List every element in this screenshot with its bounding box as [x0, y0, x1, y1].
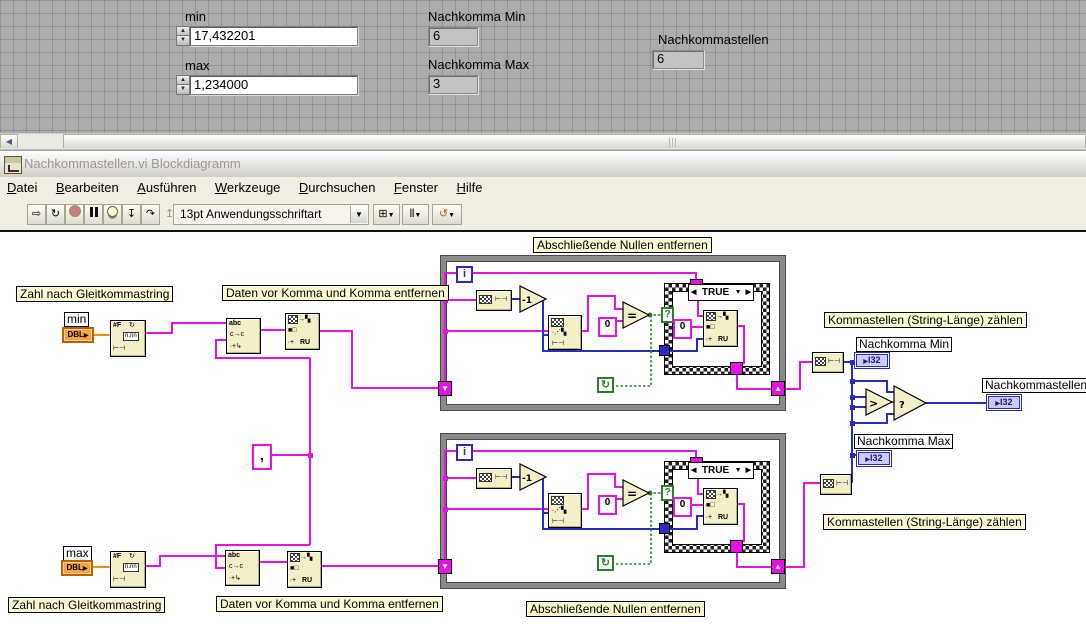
case-selector-top[interactable]: ◀ TRUE ▼ ▶: [688, 284, 754, 301]
shift-register-left-top[interactable]: ▼: [438, 381, 452, 396]
loop-iterator-bottom[interactable]: i: [456, 444, 473, 461]
label-daten-top[interactable]: Daten vor Komma und Komma entfernen: [222, 285, 449, 301]
zero-constant-case-top[interactable]: 0: [673, 319, 692, 339]
label-komma-bottom[interactable]: Kommastellen (String-Länge) zählen: [823, 514, 1026, 530]
shift-register-right-top[interactable]: ▲: [771, 381, 785, 396]
case-drop-arrow[interactable]: ▼: [733, 286, 744, 299]
block-diagram: -1 = -1 = > ? Zahl nach Gleitkommastring…: [0, 0, 1086, 624]
replace-substring-node-case-bottom[interactable]: →▚ ■□ ∙+ RU: [703, 488, 738, 525]
case-drop-arrow[interactable]: ▼: [733, 464, 744, 477]
replace-substring-node-top[interactable]: →▚ ■□ ∙+ RU: [285, 313, 320, 350]
case-prev-arrow[interactable]: ◀: [689, 464, 698, 477]
case-next-arrow[interactable]: ▶: [744, 286, 753, 299]
nachkomma-min-i32-terminal[interactable]: ▶I32: [854, 352, 890, 369]
replace-substring-node-case-top[interactable]: →▚ ■□ ∙+ RU: [703, 310, 738, 347]
match-pattern-node-bottom[interactable]: abc c→c ∙+↳: [225, 550, 260, 586]
label-komma-top[interactable]: Kommastellen (String-Länge) zählen: [824, 312, 1027, 328]
comma-string-constant[interactable]: ,: [252, 444, 272, 470]
loop-condition-terminal-top[interactable]: ↻: [597, 377, 614, 393]
case-tunnel-out-bottom[interactable]: [730, 540, 743, 553]
nachkomma-max-i32-terminal[interactable]: ▶I32: [856, 450, 892, 467]
max-dbl-terminal[interactable]: DBL▶: [61, 560, 93, 576]
nachkomma-min-terminal-label[interactable]: Nachkomma Min: [856, 337, 953, 352]
label-nullen-bottom[interactable]: Abschließende Nullen entfernen: [526, 601, 705, 617]
wires-dbl[interactable]: [92, 334, 112, 568]
string-length-node-right-bottom[interactable]: ⊢⊣: [820, 474, 852, 495]
string-length-node-loop-bottom[interactable]: ⊢⊣: [476, 468, 512, 489]
nachkommastellen-i32-terminal[interactable]: ▶I32: [986, 394, 1022, 411]
label-zahl-bottom[interactable]: Zahl nach Gleitkommastring: [8, 597, 166, 613]
label-zahl-top[interactable]: Zahl nach Gleitkommastring: [16, 286, 174, 302]
string-length-node-right-top[interactable]: ⊢⊣: [812, 352, 844, 373]
loop-iterator-top[interactable]: i: [456, 266, 473, 283]
min-dbl-terminal[interactable]: DBL▶: [62, 327, 94, 343]
label-daten-bottom[interactable]: Daten vor Komma und Komma entfernen: [216, 596, 443, 612]
match-pattern-node-top[interactable]: abc c→c ∙+↳: [226, 318, 261, 354]
string-length-node-loop-top[interactable]: ⊢⊣: [476, 290, 512, 311]
nachkommastellen-terminal-label[interactable]: Nachkommastellen: [982, 378, 1086, 393]
loop-condition-terminal-bottom[interactable]: ↻: [597, 555, 614, 571]
zero-constant-case-bottom[interactable]: 0: [673, 497, 692, 517]
number-to-string-node-top[interactable]: #F ↻ n.nn ⊢⊣: [110, 320, 146, 357]
replace-substring-node-bottom[interactable]: →▚ ■□ ∙+ RU: [287, 551, 322, 588]
number-to-string-node-bottom[interactable]: #F ↻ n.nn ⊢⊣: [110, 551, 146, 588]
svg-text:=: =: [627, 309, 637, 323]
case-tunnel-int-bottom[interactable]: [659, 523, 670, 534]
string-subset-node-top[interactable]: ∙⋰▚ ⊢⊣: [548, 315, 582, 350]
case-tunnel-int-top[interactable]: [659, 345, 670, 356]
zero-constant-bottom[interactable]: 0: [598, 495, 617, 515]
svg-text:=: =: [627, 487, 637, 501]
svg-text:-1: -1: [522, 296, 532, 306]
case-tunnel-out-top[interactable]: [730, 362, 743, 375]
case-selector-bottom[interactable]: ◀ TRUE ▼ ▶: [688, 462, 754, 479]
nachkomma-max-terminal-label[interactable]: Nachkomma Max: [854, 434, 954, 449]
min-terminal-label[interactable]: min: [64, 312, 90, 327]
shift-register-left-bottom[interactable]: ▼: [438, 559, 452, 574]
svg-text:>: >: [869, 397, 878, 410]
label-nullen-top[interactable]: Abschließende Nullen entfernen: [533, 237, 712, 253]
case-prev-arrow[interactable]: ◀: [689, 286, 698, 299]
shift-register-right-bottom[interactable]: ▲: [771, 559, 785, 574]
string-subset-node-bottom[interactable]: ∙⋰▚ ⊢⊣: [548, 493, 582, 528]
svg-text:-1: -1: [522, 474, 532, 484]
zero-constant-top[interactable]: 0: [598, 317, 617, 337]
svg-text:?: ?: [899, 400, 905, 411]
max-terminal-label[interactable]: max: [63, 546, 92, 561]
case-next-arrow[interactable]: ▶: [744, 464, 753, 477]
